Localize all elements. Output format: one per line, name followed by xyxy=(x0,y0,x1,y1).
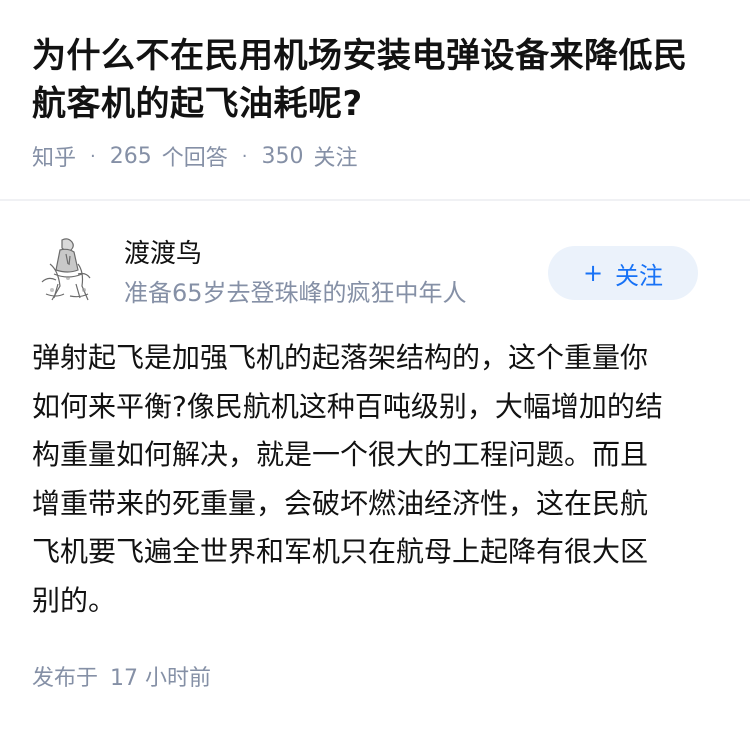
avatar[interactable] xyxy=(32,234,104,306)
question-meta: 知乎 · 265 个回答 · 350 关注 xyxy=(32,140,718,172)
question-title-line[interactable]: 航客机的起飞油耗呢? xyxy=(32,80,718,128)
question-title-line[interactable]: 为什么不在民用机场安装电弹设备来降低民 xyxy=(32,32,718,80)
follow-button-label: 关注 xyxy=(615,261,664,290)
posted-label: 发布于 xyxy=(32,666,99,691)
author-name[interactable]: 渡渡鸟 xyxy=(124,236,202,272)
answer-line: 飞机要飞遍全世界和军机只在航母上起降有很大区 xyxy=(32,535,649,568)
followers-count: 350 xyxy=(261,143,304,169)
answer-line: 弹射起飞是加强飞机的起落架结构的，这个重量你 xyxy=(32,341,649,374)
answer-line: 增重带来的死重量，会破坏燃油经济性，这在民航 xyxy=(32,486,649,520)
answer-content: 弹射起飞是加强飞机的起落架结构的，这个重量你 如何来平衡?像民航机这种百吨级别，… xyxy=(32,334,722,625)
site-name[interactable]: 知乎 xyxy=(32,140,76,172)
question-title[interactable]: 为什么不在民用机场安装电弹设备来降低民 航客机的起飞油耗呢? xyxy=(32,32,718,128)
author-card: 渡渡鸟 准备65岁去登珠峰的疯狂中年人 + 关注 xyxy=(32,234,718,310)
plus-icon: + xyxy=(582,259,604,287)
followers-label[interactable]: 关注 xyxy=(314,140,358,172)
question-header: 为什么不在民用机场安装电弹设备来降低民 航客机的起飞油耗呢? 知乎 · 265 … xyxy=(0,0,750,172)
answers-count: 265 xyxy=(109,143,152,169)
answer-line: 构重量如何解决，就是一个很大的工程问题。而且 xyxy=(32,438,649,471)
answer-line: 别的。 xyxy=(32,583,117,617)
answer-line: 如何来平衡?像民航机这种百吨级别，大幅增加的结 xyxy=(32,389,663,423)
meta-separator: · xyxy=(90,145,96,167)
author-bio: 准备65岁去登珠峰的疯狂中年人 xyxy=(124,279,467,307)
follow-button[interactable]: + 关注 xyxy=(548,246,698,300)
meta-separator: · xyxy=(241,145,248,167)
section-divider xyxy=(0,199,750,201)
answers-label[interactable]: 个回答 xyxy=(162,140,228,172)
posted-info: 发布于 17 小时前 xyxy=(32,660,211,692)
posted-time: 17 小时前 xyxy=(110,666,212,691)
avatar-image-icon xyxy=(32,234,104,306)
